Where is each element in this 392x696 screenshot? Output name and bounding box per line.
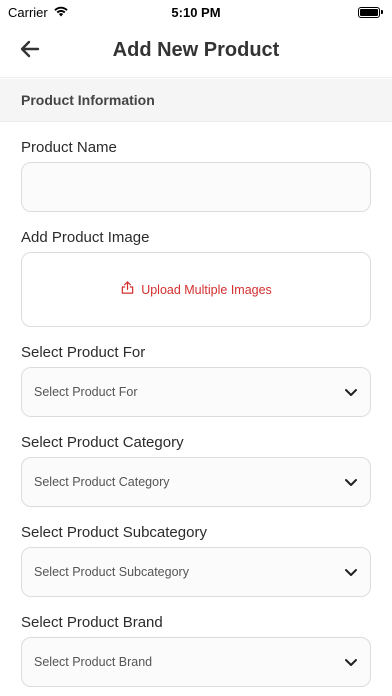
back-button[interactable] [16,37,44,65]
product-category-placeholder: Select Product Category [34,475,170,489]
chevron-down-icon [344,477,358,487]
product-name-input[interactable] [21,162,371,212]
product-for-placeholder: Select Product For [34,385,138,399]
carrier-label: Carrier [8,4,48,20]
product-brand-placeholder: Select Product Brand [34,655,153,669]
battery-icon [358,6,383,18]
chevron-down-icon [344,387,358,397]
wifi-icon [53,5,69,20]
product-for-label: Select Product For [21,344,146,361]
app-header: Add New Product [0,24,392,78]
status-left: Carrier [8,5,69,20]
upload-icon [120,280,135,300]
status-bar: Carrier 5:10 PM [0,0,392,24]
product-category-select[interactable]: Select Product Category [21,457,371,507]
upload-images-label: Upload Multiple Images [141,282,272,297]
product-category-label: Select Product Category [21,434,184,451]
product-brand-select[interactable]: Select Product Brand [21,637,371,687]
product-name-label: Product Name [21,139,117,156]
product-form: Product Name Add Product Image Upload Mu… [21,122,371,687]
arrow-left-icon [18,37,42,66]
product-subcategory-placeholder: Select Product Subcategory [34,565,189,579]
product-subcategory-select[interactable]: Select Product Subcategory [21,547,371,597]
upload-images-button[interactable]: Upload Multiple Images [21,252,371,327]
page-title: Add New Product [112,39,280,61]
product-subcategory-label: Select Product Subcategory [21,524,207,541]
product-brand-label: Select Product Brand [21,614,163,631]
chevron-down-icon [344,657,358,667]
product-image-label: Add Product Image [21,229,150,246]
section-title: Product Information [21,92,155,108]
product-for-select[interactable]: Select Product For [21,367,371,417]
chevron-down-icon [344,567,358,577]
section-header: Product Information [0,79,392,122]
